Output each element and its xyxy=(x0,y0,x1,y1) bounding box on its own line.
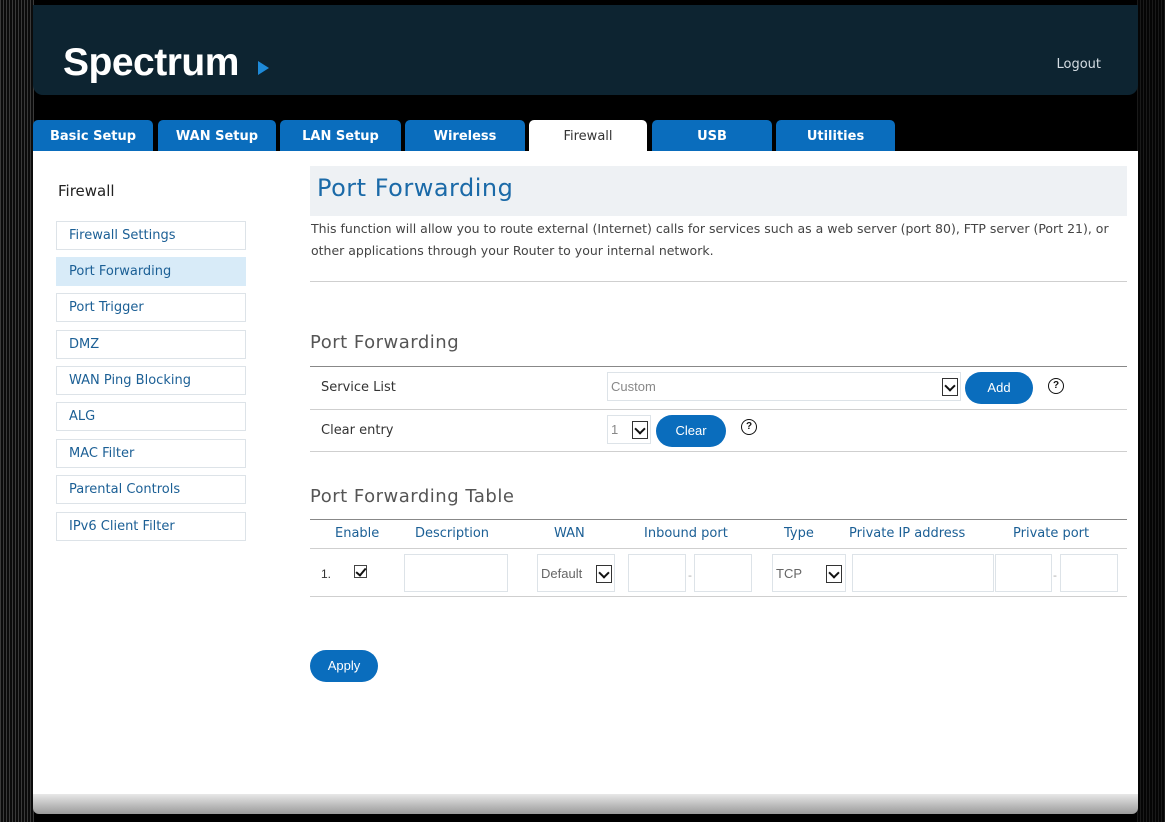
page-description: This function will allow you to route ex… xyxy=(311,221,1109,258)
clear-entry-select[interactable]: 1 xyxy=(607,415,651,444)
sidebar-item-parental-controls[interactable]: Parental Controls xyxy=(56,475,246,504)
type-value: TCP xyxy=(776,566,802,581)
service-list-label: Service List xyxy=(321,380,396,395)
col-header-wan: WAN xyxy=(554,526,585,541)
inbound-port-start-input[interactable] xyxy=(628,554,686,592)
tab-lan-setup[interactable]: LAN Setup xyxy=(280,120,401,151)
sidebar-item-ipv6-client-filter[interactable]: IPv6 Client Filter xyxy=(56,512,246,541)
header-bar: Spectrum Logout xyxy=(33,5,1138,95)
sidebar-item-wan-ping-blocking[interactable]: WAN Ping Blocking xyxy=(56,366,246,395)
header-row-divider xyxy=(310,548,1127,549)
help-icon[interactable]: ? xyxy=(741,419,757,435)
sidebar-item-mac-filter[interactable]: MAC Filter xyxy=(56,439,246,468)
row-divider xyxy=(310,451,1127,452)
section-title: Port Forwarding xyxy=(310,332,460,353)
apply-button[interactable]: Apply xyxy=(310,650,378,682)
logo-arrow-icon xyxy=(258,61,269,75)
spectrum-logo: Spectrum xyxy=(63,41,239,84)
table-title: Port Forwarding Table xyxy=(310,486,515,507)
private-port-end-input[interactable] xyxy=(1060,554,1118,592)
col-header-private-ip: Private IP address xyxy=(849,526,966,541)
inbound-port-separator: - xyxy=(688,569,692,582)
service-list-select[interactable]: Custom xyxy=(607,372,961,401)
tab-wan-setup[interactable]: WAN Setup xyxy=(158,120,276,151)
clear-button[interactable]: Clear xyxy=(656,415,726,447)
wan-value: Default xyxy=(541,566,583,581)
col-header-enable: Enable xyxy=(335,526,380,541)
footer-bar xyxy=(33,794,1138,814)
left-border-stripe xyxy=(0,0,34,822)
col-header-description: Description xyxy=(415,526,490,541)
chevron-down-icon xyxy=(826,565,842,583)
col-header-type: Type xyxy=(784,526,814,541)
tab-firewall[interactable]: Firewall xyxy=(529,120,647,151)
chevron-down-icon xyxy=(942,378,958,396)
clear-entry-value: 1 xyxy=(611,422,619,437)
wan-select[interactable]: Default xyxy=(537,554,615,592)
sidebar-item-dmz[interactable]: DMZ xyxy=(56,330,246,359)
private-ip-input[interactable] xyxy=(852,554,994,592)
checkmark-icon xyxy=(355,565,367,577)
clear-entry-label: Clear entry xyxy=(321,423,394,438)
sidebar-item-port-forwarding[interactable]: Port Forwarding xyxy=(56,257,246,286)
section-divider xyxy=(310,366,1127,367)
page-title: Port Forwarding xyxy=(317,174,514,202)
inbound-port-end-input[interactable] xyxy=(694,554,752,592)
tab-utilities[interactable]: Utilities xyxy=(776,120,895,151)
col-header-inbound-port: Inbound port xyxy=(644,526,728,541)
enable-checkbox[interactable] xyxy=(354,565,367,578)
col-header-private-port: Private port xyxy=(1013,526,1090,541)
logout-link[interactable]: Logout xyxy=(1056,57,1101,72)
row-index: 1. xyxy=(321,567,332,581)
sidebar-item-alg[interactable]: ALG xyxy=(56,402,246,431)
description-input[interactable] xyxy=(404,554,508,592)
tab-basic-setup[interactable]: Basic Setup xyxy=(33,120,153,151)
sidebar-item-port-trigger[interactable]: Port Trigger xyxy=(56,293,246,322)
sidebar-title: Firewall xyxy=(58,182,115,200)
table-divider xyxy=(310,519,1127,520)
private-port-separator: - xyxy=(1053,569,1057,582)
tab-usb[interactable]: USB xyxy=(652,120,772,151)
right-border-stripe xyxy=(1137,0,1165,822)
type-select[interactable]: TCP xyxy=(772,554,846,592)
chevron-down-icon xyxy=(632,421,648,439)
divider xyxy=(310,281,1127,282)
tab-wireless[interactable]: Wireless xyxy=(405,120,525,151)
chevron-down-icon xyxy=(596,565,612,583)
sidebar-item-firewall-settings[interactable]: Firewall Settings xyxy=(56,221,246,250)
add-button[interactable]: Add xyxy=(965,372,1033,404)
row-divider xyxy=(310,409,1127,410)
help-icon[interactable]: ? xyxy=(1048,378,1064,394)
content-panel: Firewall Firewall Settings Port Forwardi… xyxy=(33,151,1138,794)
page-title-bar: Port Forwarding xyxy=(310,166,1127,216)
service-list-value: Custom xyxy=(611,379,656,394)
private-port-start-input[interactable] xyxy=(995,554,1052,592)
row-divider xyxy=(310,596,1127,597)
